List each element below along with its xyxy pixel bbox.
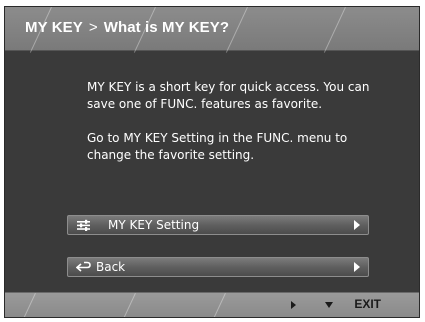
footer-streak [23,293,36,317]
breadcrumb-root: MY KEY [25,19,83,36]
triangle-down-icon [325,302,333,308]
footer-streak [213,293,226,317]
breadcrumb: MY KEY > What is MY KEY? [25,19,229,36]
header-streak [225,7,248,53]
page-title: What is MY KEY? [103,19,230,36]
return-arrow-icon [76,261,91,272]
osd-footer: EXIT [5,292,419,317]
exit-button[interactable]: EXIT [354,297,381,311]
help-paragraph-1: MY KEY is a short key for quick access. … [87,80,370,111]
breadcrumb-separator: > [88,19,98,36]
triangle-right-icon [354,220,360,230]
my-key-setting-label: MY KEY Setting [108,218,200,232]
help-text: MY KEY is a short key for quick access. … [87,79,387,181]
header-streak [323,7,346,53]
footer-streak [123,293,136,317]
my-key-setting-button[interactable]: MY KEY Setting [67,215,369,235]
back-button[interactable]: Back [67,257,369,277]
triangle-right-icon [291,301,296,309]
next-button[interactable] [291,301,296,309]
osd-header: MY KEY > What is MY KEY? [5,7,419,53]
triangle-right-icon [354,262,360,272]
back-label: Back [96,260,126,274]
down-button[interactable] [325,302,333,308]
sliders-icon [77,219,90,231]
osd-window: MY KEY > What is MY KEY? MY KEY is a short… [4,6,420,318]
help-paragraph-2: Go to MY KEY Setting in the FUNC. menu t… [87,131,348,162]
